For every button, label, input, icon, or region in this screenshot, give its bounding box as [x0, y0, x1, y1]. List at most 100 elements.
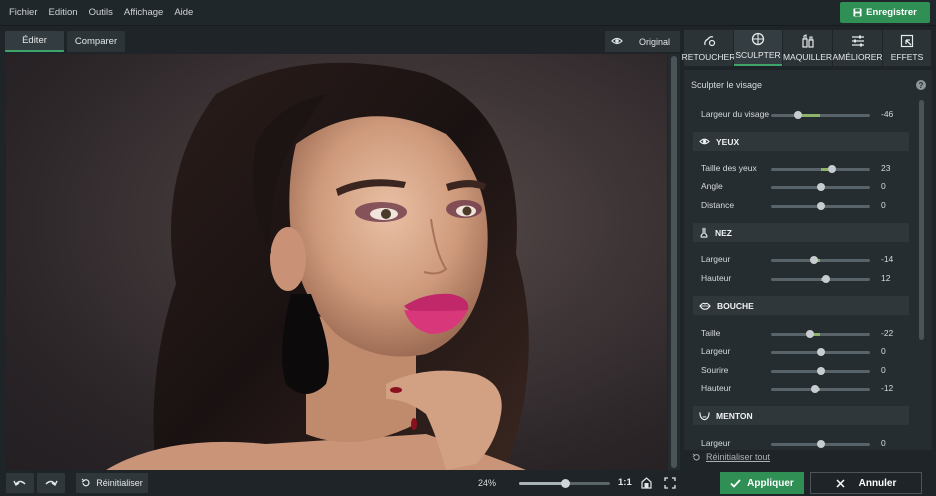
- menu-edit[interactable]: Edition: [49, 7, 78, 18]
- section-eyes-title: YEUX: [716, 136, 740, 147]
- slider-value: -14: [881, 254, 894, 264]
- actual-size-button[interactable]: 1:1: [618, 477, 632, 488]
- undo-button[interactable]: [6, 473, 34, 493]
- slider-knob[interactable]: [805, 330, 814, 338]
- panel-scrollbar[interactable]: [919, 100, 924, 340]
- slider-eye-angle: Angle 0: [701, 181, 897, 193]
- menu-view[interactable]: Affichage: [124, 7, 163, 18]
- original-button[interactable]: Original: [605, 31, 680, 52]
- slider-label: Sourire: [701, 365, 729, 375]
- fullscreen-icon[interactable]: [664, 477, 676, 489]
- tab-effects-label: EFFETS: [890, 52, 924, 62]
- slider-value: 0: [881, 200, 886, 210]
- chin-icon: [699, 411, 710, 420]
- slider-label: Largeur: [701, 254, 731, 264]
- slider-track[interactable]: [771, 111, 870, 119]
- sculpt-icon: [751, 32, 765, 46]
- portrait-photo: [106, 62, 529, 470]
- slider-knob[interactable]: [816, 183, 825, 191]
- slider-mouth-size: Taille -22: [701, 328, 897, 340]
- fit-screen-icon[interactable]: [641, 477, 652, 489]
- tab-retouch[interactable]: RETOUCHER: [681, 30, 736, 66]
- slider-track[interactable]: [771, 348, 870, 356]
- slider-face-width: Largeur du visage -46: [701, 109, 897, 121]
- slider-track[interactable]: [771, 202, 870, 210]
- zoom-slider-knob[interactable]: [560, 479, 570, 488]
- cancel-button[interactable]: Annuler: [810, 472, 922, 494]
- slider-label: Taille: [701, 328, 721, 338]
- slider-label: Hauteur: [701, 383, 732, 393]
- save-button[interactable]: Enregistrer: [840, 2, 930, 23]
- slider-value: 23: [881, 163, 891, 173]
- apply-label: Appliquer: [747, 477, 794, 489]
- slider-knob[interactable]: [816, 440, 825, 448]
- slider-value: 0: [881, 181, 886, 191]
- tab-makeup-label: MAQUILLER: [782, 52, 833, 62]
- slider-value: 12: [881, 273, 891, 283]
- menu-help[interactable]: Aide: [174, 7, 193, 18]
- slider-chin-width: Largeur 0: [701, 438, 897, 450]
- reset-button[interactable]: Réinitialiser: [76, 473, 148, 493]
- tab-effects[interactable]: EFFETS: [883, 30, 931, 66]
- slider-knob[interactable]: [816, 348, 825, 356]
- tab-compare[interactable]: Comparer: [67, 31, 125, 52]
- slider-knob[interactable]: [816, 202, 825, 210]
- reset-all-link[interactable]: Réinitialiser tout: [692, 452, 770, 462]
- tab-retouch-label: RETOUCHER: [681, 52, 736, 62]
- slider-value: -12: [881, 383, 894, 393]
- slider-knob[interactable]: [809, 256, 818, 264]
- slider-knob[interactable]: [816, 367, 825, 375]
- zoom-slider[interactable]: [519, 479, 610, 488]
- slider-track[interactable]: [771, 330, 870, 338]
- photo-canvas[interactable]: [6, 54, 667, 470]
- slider-mouth-smile: Sourire 0: [701, 365, 897, 377]
- tab-makeup[interactable]: MAQUILLER: [783, 30, 832, 66]
- sculpt-panel: Sculpter le visage ? Largeur du visage -…: [684, 70, 932, 450]
- slider-track[interactable]: [771, 275, 870, 283]
- save-button-label: Enregistrer: [866, 7, 917, 18]
- section-chin[interactable]: MENTON: [693, 406, 909, 425]
- canvas-scrollbar[interactable]: [668, 54, 680, 470]
- reset-all-label: Réinitialiser tout: [706, 452, 771, 462]
- slider-track[interactable]: [771, 440, 870, 448]
- nose-icon: [700, 227, 708, 238]
- panel-title: Sculpter le visage: [691, 80, 763, 90]
- undo-icon: [13, 480, 26, 487]
- slider-knob[interactable]: [827, 165, 836, 173]
- section-nose[interactable]: NEZ: [693, 223, 909, 242]
- slider-knob[interactable]: [793, 111, 802, 119]
- apply-button[interactable]: Appliquer: [720, 472, 804, 494]
- help-icon[interactable]: ?: [916, 80, 926, 90]
- section-mouth-title: BOUCHE: [717, 300, 754, 311]
- tab-improve[interactable]: AMÉLIORER: [832, 30, 883, 66]
- tab-sculpt[interactable]: SCULPTER: [734, 30, 782, 66]
- slider-track[interactable]: [771, 165, 870, 173]
- redo-button[interactable]: [37, 473, 65, 493]
- menu-tools[interactable]: Outils: [89, 7, 113, 18]
- tab-edit[interactable]: Éditer: [5, 31, 64, 52]
- reset-icon: [692, 453, 700, 460]
- slider-label: Largeur du visage: [701, 109, 770, 119]
- section-eyes[interactable]: YEUX: [693, 132, 909, 151]
- section-mouth[interactable]: BOUCHE: [693, 296, 909, 315]
- close-icon: [836, 478, 845, 488]
- slider-track[interactable]: [771, 256, 870, 264]
- slider-eye-size: Taille des yeux 23: [701, 163, 897, 175]
- sliders-icon: [851, 35, 864, 47]
- canvas-scrollbar-thumb[interactable]: [671, 56, 677, 468]
- redo-icon: [45, 480, 58, 487]
- slider-track[interactable]: [771, 385, 870, 393]
- slider-knob[interactable]: [810, 385, 819, 393]
- eye-icon: [699, 138, 710, 145]
- slider-label: Taille des yeux: [701, 163, 757, 173]
- slider-knob[interactable]: [822, 275, 831, 283]
- slider-track[interactable]: [771, 183, 870, 191]
- app-window: Fichier Edition Outils Affichage Aide En…: [0, 0, 936, 496]
- menu-file[interactable]: Fichier: [9, 7, 38, 18]
- eye-icon: [611, 37, 623, 45]
- original-label: Original: [638, 36, 670, 47]
- floppy-icon: [853, 8, 862, 17]
- slider-mouth-height: Hauteur -12: [701, 383, 897, 395]
- slider-track[interactable]: [771, 367, 870, 375]
- lips-icon: [699, 302, 711, 310]
